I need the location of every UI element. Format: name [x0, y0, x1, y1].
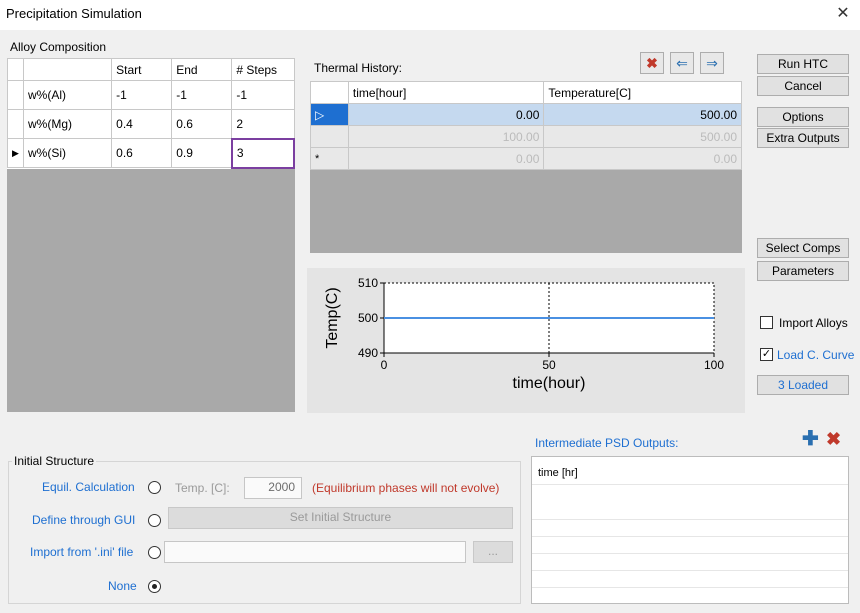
x-tick-label: 50 [542, 358, 556, 372]
current-row-icon: ▷ [310, 103, 349, 126]
cell-temp[interactable]: 500.00 [543, 103, 742, 126]
cell-time[interactable]: 0.00 [347, 147, 545, 170]
thermal-history-label: Thermal History: [314, 61, 403, 75]
x-tick-label: 100 [704, 358, 724, 372]
temp-input[interactable]: 2000 [244, 477, 302, 499]
psd-list[interactable]: time [hr] [531, 456, 849, 604]
window-title: Precipitation Simulation [6, 6, 142, 21]
cell-temp[interactable]: 500.00 [543, 125, 742, 148]
initial-structure-label: Initial Structure [12, 454, 97, 468]
cell-steps[interactable]: -1 [231, 80, 295, 110]
load-curve-label: Load C. Curve [777, 348, 855, 362]
select-comps-button[interactable]: Select Comps [757, 238, 849, 258]
import-icon[interactable]: ⇐ [670, 52, 694, 74]
close-icon[interactable]: ✕ [832, 4, 854, 24]
none-label: None [108, 579, 137, 593]
new-row-marker: * [310, 147, 349, 170]
table-row[interactable]: w%(Mg) 0.4 0.6 2 [6, 109, 295, 139]
row-selector-icon: ▶ [6, 138, 25, 168]
equil-calculation-radio[interactable] [148, 481, 161, 494]
table-row-new[interactable]: * 0.00 0.00 [310, 147, 742, 170]
x-tick-label: 0 [381, 358, 388, 372]
cell-time[interactable]: 0.00 [347, 103, 545, 126]
y-tick-label: 500 [358, 311, 378, 325]
equil-calculation-label: Equil. Calculation [42, 480, 135, 494]
table-row[interactable]: ▶ w%(Si) 0.6 0.9 3 [6, 137, 296, 169]
temperature-chart: 510 500 490 0 50 100 time(hour) Temp(C) [307, 268, 745, 413]
thermal-grid[interactable]: time[hour] Temperature[C] ▷ 0.00 500.00 … [310, 81, 742, 253]
header-start: Start [111, 58, 173, 81]
row-name: w%(Al) [23, 80, 113, 110]
temp-label: Temp. [C]: [175, 481, 230, 495]
y-tick-label: 490 [358, 346, 378, 360]
row-name: w%(Mg) [23, 109, 113, 139]
alloy-grid[interactable]: Start End # Steps w%(Al) -1 -1 -1 w%(Mg)… [6, 58, 296, 412]
cell-time[interactable]: 100.00 [347, 125, 545, 148]
cell-start[interactable]: 0.6 [111, 138, 173, 168]
set-initial-structure-button[interactable]: Set Initial Structure [168, 507, 513, 529]
extra-outputs-button[interactable]: Extra Outputs [757, 128, 849, 148]
header-time: time[hour] [347, 81, 545, 104]
alloy-composition-label: Alloy Composition [10, 40, 107, 54]
none-radio[interactable] [148, 580, 161, 593]
row-name: w%(Si) [23, 138, 113, 168]
cell-start[interactable]: -1 [111, 80, 173, 110]
header-end: End [171, 58, 233, 81]
define-gui-radio[interactable] [148, 514, 161, 527]
delete-icon[interactable]: ✖ [826, 429, 846, 449]
define-gui-label: Define through GUI [32, 513, 136, 527]
cell-end[interactable]: 0.9 [171, 138, 233, 168]
cell-end[interactable]: 0.6 [171, 109, 233, 139]
cell-steps[interactable]: 2 [231, 109, 295, 139]
psd-outputs-label: Intermediate PSD Outputs: [535, 436, 679, 450]
list-item[interactable]: time [hr] [532, 457, 848, 485]
cell-end[interactable]: -1 [171, 80, 233, 110]
table-row[interactable]: 100.00 500.00 [310, 125, 742, 148]
browse-button[interactable]: ... [473, 541, 513, 563]
table-row[interactable]: w%(Al) -1 -1 -1 [6, 80, 295, 110]
cancel-button[interactable]: Cancel [757, 76, 849, 96]
header-temperature: Temperature[C] [543, 81, 742, 104]
load-curve-checkbox[interactable]: ✓ [760, 348, 773, 361]
table-row[interactable]: ▷ 0.00 500.00 [310, 103, 742, 126]
import-alloys-checkbox[interactable] [760, 316, 773, 329]
ini-file-input[interactable] [164, 541, 466, 563]
cell-temp[interactable]: 0.00 [543, 147, 742, 170]
delete-row-icon[interactable]: ✖ [640, 52, 664, 74]
y-axis-label: Temp(C) [324, 287, 341, 348]
loaded-button[interactable]: 3 Loaded [757, 375, 849, 395]
import-ini-label: Import from '.ini' file [30, 545, 134, 559]
options-button[interactable]: Options [757, 107, 849, 127]
import-ini-radio[interactable] [148, 546, 161, 559]
header-steps: # Steps [231, 58, 295, 81]
run-htc-button[interactable]: Run HTC [757, 54, 849, 74]
parameters-button[interactable]: Parameters [757, 261, 849, 281]
cell-start[interactable]: 0.4 [111, 109, 173, 139]
chart-svg: 510 500 4900 50 100 time(hour) Temp(C) [324, 276, 724, 392]
y-tick-label: 510 [358, 276, 378, 290]
import-alloys-label: Import Alloys [779, 316, 848, 330]
add-icon[interactable]: ✚ [802, 429, 822, 449]
equil-note: (Equilibrium phases will not evolve) [312, 481, 500, 495]
cell-steps-active[interactable]: 3 [230, 137, 296, 169]
x-axis-label: time(hour) [513, 375, 586, 392]
export-icon[interactable]: ⇒ [700, 52, 724, 74]
